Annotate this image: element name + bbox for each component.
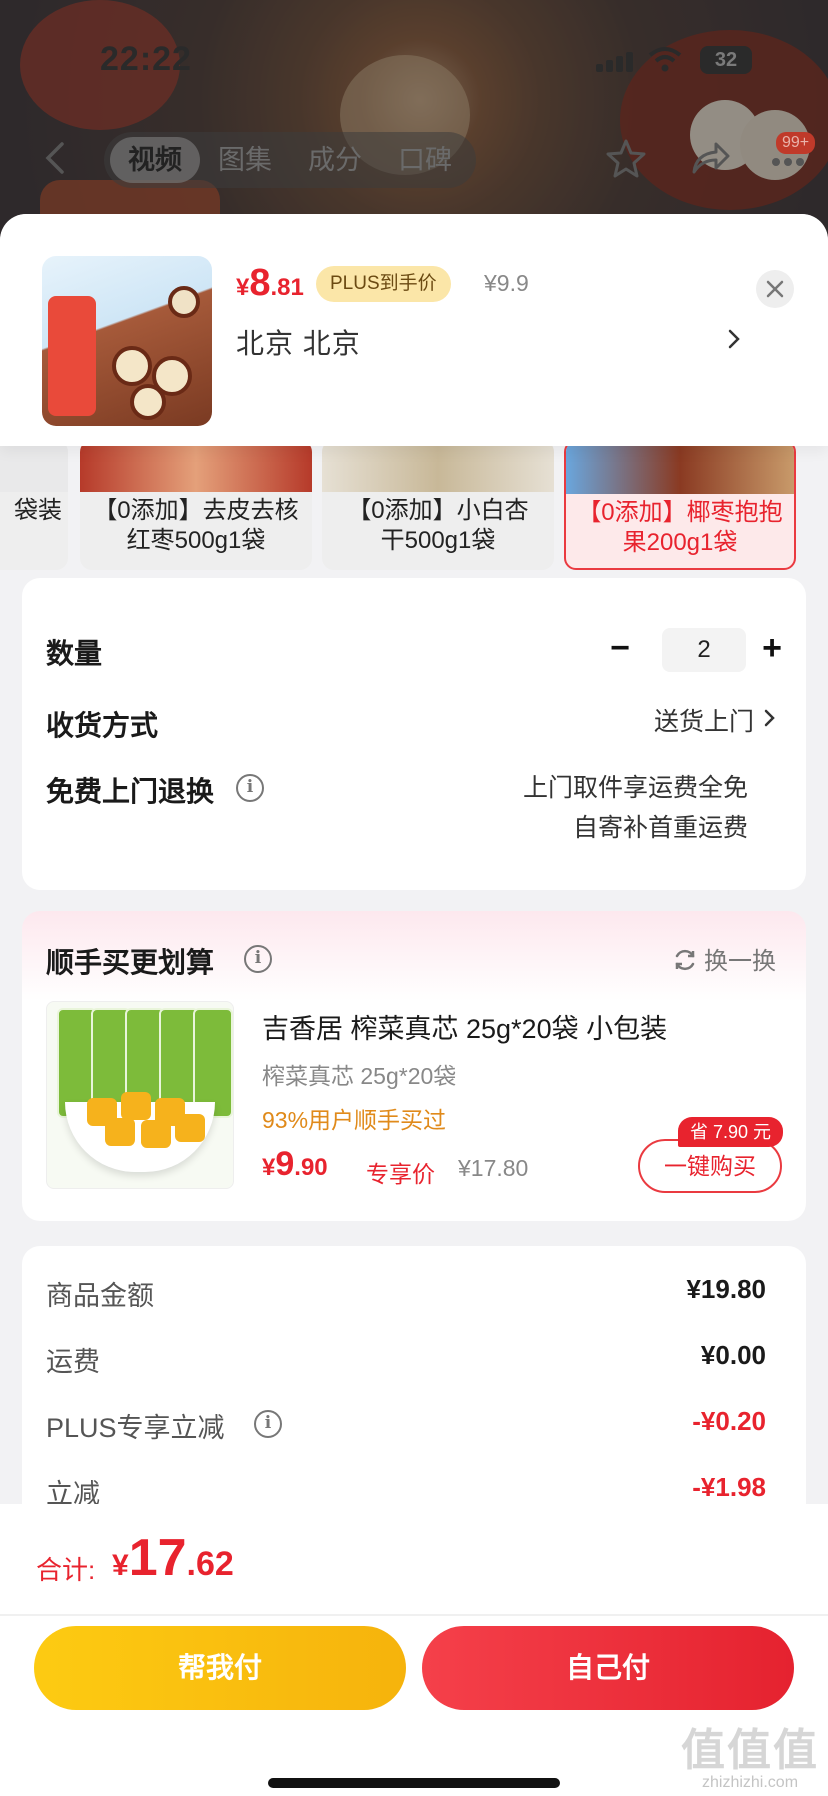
info-icon[interactable]: i: [236, 774, 264, 802]
tab-gallery[interactable]: 图集: [200, 137, 290, 183]
ask-friend-pay-button[interactable]: 帮我付: [34, 1626, 406, 1710]
returns-policy-line: 自寄补首重运费: [572, 814, 748, 842]
variant-option[interactable]: 袋装: [0, 440, 68, 570]
divider: [0, 1614, 828, 1616]
upsell-original-price: ¥17.80: [458, 1155, 529, 1181]
watermark-logo: 值值值 zhizhizhi.com: [681, 1725, 819, 1791]
summary-row: 运费 ¥0.00: [46, 1340, 766, 1377]
checkout-bar: 合计: ¥17.62 帮我付 自己付 值值值 zhizhizhi.com: [0, 1504, 828, 1796]
order-options-card: 数量 − 2 + 收货方式 送货上门 免费上门退换 i 上门取件享运费全免 自寄…: [22, 578, 806, 890]
close-icon: [766, 280, 784, 298]
returns-policy-line: 上门取件享运费全免: [522, 774, 748, 802]
star-icon[interactable]: [604, 136, 648, 180]
signal-icon: [596, 50, 636, 72]
wifi-icon: [648, 47, 682, 72]
upsell-card: 顺手买更划算 i 换一换 吉香居 榨菜真芯 25g*20袋 小包装 榨菜真芯 2…: [22, 911, 806, 1221]
plus-price-tag: PLUS到手价: [316, 266, 451, 302]
media-tabs: 视频 图集 成分 口碑: [104, 132, 476, 188]
refresh-icon: [675, 949, 695, 971]
original-price: ¥9.9: [484, 270, 529, 296]
battery-icon: 32: [700, 46, 752, 74]
delivery-address[interactable]: 北京 北京: [236, 322, 361, 362]
increase-button[interactable]: +: [750, 628, 794, 672]
upsell-product-name[interactable]: 吉香居 榨菜真芯 25g*20袋 小包装: [262, 1007, 667, 1046]
variant-selector: 袋装 【0添加】去皮去核红枣500g1袋 【0添加】小白杏干500g1袋 【0添…: [0, 440, 828, 576]
close-button[interactable]: [756, 270, 794, 308]
decrease-button[interactable]: −: [598, 628, 642, 672]
info-icon[interactable]: i: [244, 945, 272, 973]
status-time: 22:22: [100, 40, 192, 78]
variant-option-selected[interactable]: 【0添加】椰枣抱抱果200g1袋: [564, 440, 796, 570]
status-bar: 22:22 32: [0, 36, 828, 86]
upsell-buy-rate: 93%用户顺手买过: [262, 1107, 447, 1133]
upsell-price: ¥9.90: [262, 1145, 328, 1183]
free-returns-label: 免费上门退换: [46, 776, 215, 807]
shipping-method-value[interactable]: 送货上门: [654, 702, 754, 738]
summary-row: 商品金额 ¥19.80: [46, 1274, 766, 1311]
home-indicator[interactable]: [268, 1778, 560, 1788]
sku-price: ¥8.81: [236, 262, 304, 304]
share-icon[interactable]: [688, 136, 732, 180]
upsell-product-image[interactable]: [46, 1001, 234, 1189]
chevron-right-icon[interactable]: [724, 326, 744, 352]
summary-row: PLUS专享立减 -¥0.20: [46, 1406, 766, 1443]
total-amount: ¥17.62: [112, 1529, 234, 1587]
info-icon[interactable]: i: [254, 1410, 282, 1438]
one-click-buy-button[interactable]: 一键购买: [638, 1139, 782, 1193]
total-label: 合计:: [36, 1555, 96, 1585]
refresh-button[interactable]: 换一换: [672, 941, 776, 976]
product-thumbnail[interactable]: [42, 256, 212, 426]
variant-option[interactable]: 【0添加】小白杏干500g1袋: [322, 440, 554, 570]
chevron-right-icon[interactable]: [762, 706, 778, 730]
shipping-method-label: 收货方式: [46, 710, 159, 741]
upsell-product-spec: 榨菜真芯 25g*20袋: [262, 1063, 457, 1089]
tab-reviews[interactable]: 口碑: [380, 137, 470, 183]
back-arrow-icon[interactable]: [38, 138, 78, 178]
exclusive-price-label: 专享价: [366, 1161, 435, 1187]
quantity-input[interactable]: 2: [662, 628, 746, 672]
tab-ingredients[interactable]: 成分: [290, 137, 380, 183]
tab-video[interactable]: 视频: [110, 137, 200, 183]
cart-count-badge: 99+: [776, 132, 816, 154]
savings-badge: 省 7.90 元: [678, 1117, 784, 1147]
quantity-stepper: − 2 +: [598, 628, 798, 672]
sheet-header: ¥8.81 PLUS到手价 ¥9.9 北京 北京: [0, 214, 828, 446]
quantity-label: 数量: [46, 638, 103, 669]
pay-myself-button[interactable]: 自己付: [422, 1626, 794, 1710]
upsell-title: 顺手买更划算: [46, 947, 215, 978]
variant-option[interactable]: 【0添加】去皮去核红枣500g1袋: [80, 440, 312, 570]
product-nav-bar: 视频 图集 成分 口碑: [0, 128, 828, 188]
